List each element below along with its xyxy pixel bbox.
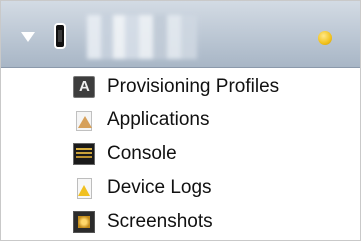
screenshots-icon [73,211,95,233]
status-dot-icon [318,31,332,45]
applications-icon [73,109,95,131]
disclosure-triangle-icon[interactable] [21,32,35,42]
sidebar-item-label: Console [107,143,177,164]
sidebar-item-label: Screenshots [107,211,213,232]
sidebar-item-applications[interactable]: Applications [73,107,343,133]
provisioning-icon [73,76,95,98]
sidebar-item-provisioning-profiles[interactable]: Provisioning Profiles [73,74,343,100]
sidebar-item-screenshots[interactable]: Screenshots [73,209,343,235]
sidebar-item-device-logs[interactable]: Device Logs [73,175,343,201]
console-icon [73,143,95,165]
sidebar-item-console[interactable]: Console [73,141,343,167]
sidebar-item-label: Applications [107,109,210,130]
iphone-icon [54,23,66,49]
device-row[interactable]: iPhone [1,1,360,68]
sidebar-item-label: Provisioning Profiles [107,76,280,97]
device-name: iPhone [87,15,197,59]
sidebar-item-label: Device Logs [107,177,212,198]
device-logs-icon [73,177,95,199]
organizer-device-panel: iPhone Provisioning Profiles Application… [0,0,361,241]
